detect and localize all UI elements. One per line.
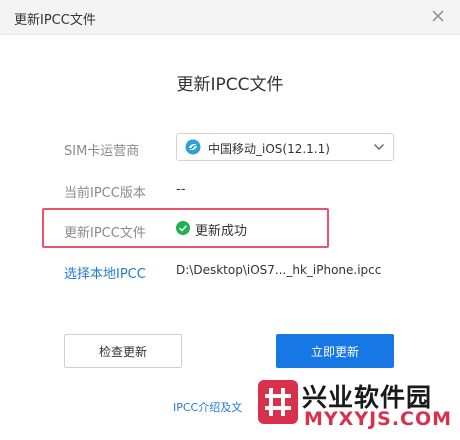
selected-file-path: D:\Desktop\iOS7..._hk_iPhone.ipcc — [176, 263, 382, 277]
current-version-value: -- — [176, 182, 186, 197]
success-check-icon — [176, 221, 190, 235]
check-update-button[interactable]: 检查更新 — [64, 334, 182, 368]
china-mobile-icon — [185, 139, 201, 155]
watermark-en-text: MYXYJS.COM — [304, 408, 453, 430]
current-version-label: 当前IPCC版本 — [64, 186, 146, 201]
ipcc-intro-link[interactable]: IPCC介绍及文 — [173, 399, 242, 415]
carrier-label: SIM卡运营商 — [64, 144, 140, 159]
chevron-down-icon — [374, 144, 384, 150]
update-now-button[interactable]: 立即更新 — [276, 334, 394, 368]
window-title: 更新IPCC文件 — [14, 13, 96, 28]
carrier-select[interactable]: 中国移动_iOS(12.1.1) — [176, 133, 394, 161]
update-file-label: 更新IPCC文件 — [64, 226, 146, 241]
close-icon[interactable] — [428, 6, 448, 26]
carrier-select-value: 中国移动_iOS(12.1.1) — [208, 142, 330, 156]
watermark: 兴业软件园 MYXYJS.COM — [254, 374, 460, 440]
title-bar: 更新IPCC文件 — [0, 0, 460, 35]
watermark-logo-icon — [258, 380, 298, 424]
select-local-ipcc-link[interactable]: 选择本地IPCC — [64, 263, 146, 282]
update-status-text: 更新成功 — [195, 224, 248, 239]
dialog-heading: 更新IPCC文件 — [176, 75, 284, 95]
